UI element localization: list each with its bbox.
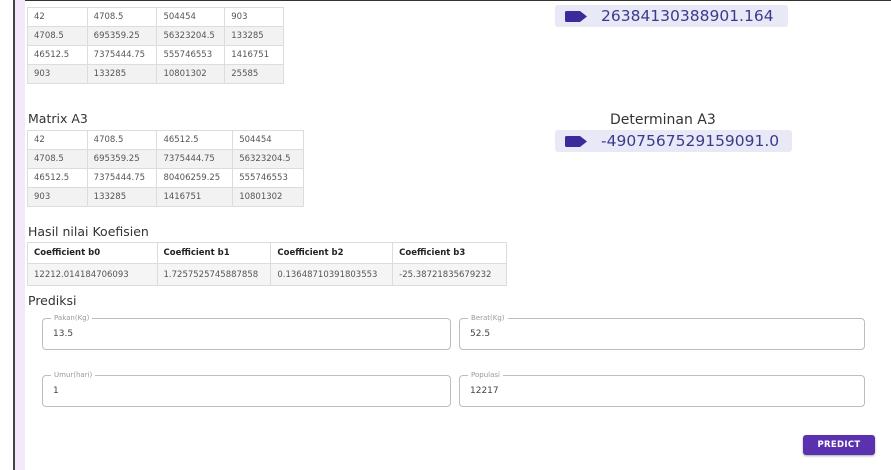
matrix-cell: 1416751 <box>156 187 234 207</box>
matrix-cell: 56323204.5 <box>156 26 226 46</box>
coefficient-value: 1.7257525745887858 <box>156 263 272 286</box>
matrix-cell: 80406259.25 <box>156 168 234 188</box>
matrix-cell: 7375444.75 <box>156 149 234 169</box>
coefficient-value: 12212.014184706093 <box>27 263 158 286</box>
matrix-cell: 133285 <box>224 26 284 46</box>
tag-icon <box>565 135 587 147</box>
berat-input[interactable] <box>470 319 854 349</box>
coefficient-value: 0.13648710391803553 <box>270 263 394 286</box>
umur-input[interactable] <box>53 376 440 406</box>
populasi-input[interactable] <box>470 376 854 406</box>
matrix-cell: 4708.5 <box>27 26 88 46</box>
pakan-input[interactable] <box>53 319 440 349</box>
table-row: 42 4708.5 504454 903 <box>27 7 284 27</box>
matrix-cell: 133285 <box>86 187 158 207</box>
column-header: Coefficient b1 <box>156 242 272 264</box>
determinant-a3-value: -4907567529159091.0 <box>601 132 780 150</box>
prediksi-title: Prediksi <box>28 293 77 308</box>
matrix-cell: 695359.25 <box>86 149 158 169</box>
matrix-cell: 133285 <box>86 64 158 84</box>
table-row: 4708.5 695359.25 7375444.75 56323204.5 <box>27 149 304 169</box>
matrix-cell: 4708.5 <box>27 149 88 169</box>
table-row: 4708.5 695359.25 56323204.5 133285 <box>27 26 284 46</box>
matrix-cell: 46512.5 <box>156 130 234 150</box>
matrix-cell: 46512.5 <box>27 45 88 65</box>
populasi-field[interactable]: Populasi <box>459 371 865 407</box>
matrix-cell: 903 <box>224 7 284 27</box>
umur-field[interactable]: Umur(hari) <box>42 371 451 407</box>
matrix-cell: 42 <box>27 7 88 27</box>
matrix-cell: 1416751 <box>224 45 284 65</box>
matrix-cell: 504454 <box>232 130 304 150</box>
pakan-field[interactable]: Pakan(Kg) <box>42 314 451 350</box>
determinant-a3-value-chip: -4907567529159091.0 <box>555 130 792 152</box>
matrix-cell: 555746553 <box>232 168 304 188</box>
matrix-cell: 504454 <box>156 7 226 27</box>
table-header-row: Coefficient b0 Coefficient b1 Coefficien… <box>27 242 507 264</box>
matrix-cell: 10801302 <box>156 64 226 84</box>
column-header: Coefficient b2 <box>270 242 394 264</box>
matrix-cell: 695359.25 <box>86 26 158 46</box>
matrix-cell: 903 <box>27 64 88 84</box>
coefficient-value: -25.38721835679232 <box>392 263 507 286</box>
matrix-cell: 56323204.5 <box>232 149 304 169</box>
matrix-cell: 4708.5 <box>86 130 158 150</box>
table-row: 46512.5 7375444.75 80406259.25 555746553 <box>27 168 304 188</box>
determinant-a2-value-chip: 26384130388901.164 <box>555 5 788 27</box>
left-side-panel <box>15 0 25 470</box>
determinant-a3-title: Determinan A3 <box>610 112 716 128</box>
matrix-cell: 25585 <box>224 64 284 84</box>
table-row: 42 4708.5 46512.5 504454 <box>27 130 304 150</box>
determinant-a2-value: 26384130388901.164 <box>601 7 774 25</box>
matrix-cell: 7375444.75 <box>86 168 158 188</box>
table-row: 46512.5 7375444.75 555746553 1416751 <box>27 45 284 65</box>
matrix-a3-title: Matrix A3 <box>28 111 88 126</box>
matrix-a2-table: 42 4708.5 504454 903 4708.5 695359.25 56… <box>27 7 284 84</box>
column-header: Coefficient b0 <box>27 242 158 264</box>
tag-icon <box>565 10 587 22</box>
coefficients-title: Hasil nilai Koefisien <box>28 224 149 239</box>
coefficients-table: Coefficient b0 Coefficient b1 Coefficien… <box>27 242 507 286</box>
matrix-cell: 555746553 <box>156 45 226 65</box>
predict-button[interactable]: PREDICT <box>803 435 875 455</box>
frame-top-border <box>13 0 891 1</box>
matrix-cell: 7375444.75 <box>86 45 158 65</box>
column-header: Coefficient b3 <box>392 242 507 264</box>
matrix-cell: 46512.5 <box>27 168 88 188</box>
matrix-cell: 10801302 <box>232 187 304 207</box>
table-row: 903 133285 1416751 10801302 <box>27 187 304 207</box>
table-row: 12212.014184706093 1.7257525745887858 0.… <box>27 263 507 286</box>
matrix-cell: 903 <box>27 187 88 207</box>
matrix-cell: 4708.5 <box>86 7 158 27</box>
berat-field[interactable]: Berat(Kg) <box>459 314 865 350</box>
table-row: 903 133285 10801302 25585 <box>27 64 284 84</box>
matrix-a3-table: 42 4708.5 46512.5 504454 4708.5 695359.2… <box>27 130 304 207</box>
matrix-cell: 42 <box>27 130 88 150</box>
